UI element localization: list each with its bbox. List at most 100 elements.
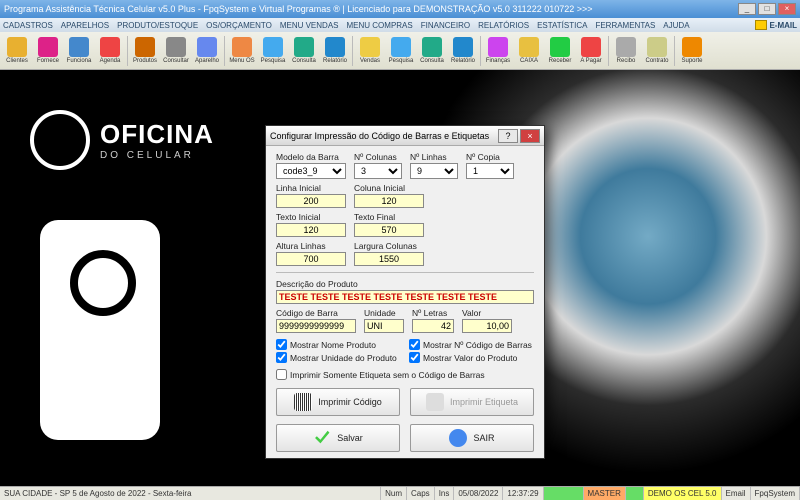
label-icon [426,393,444,411]
chk-valor[interactable] [409,352,420,363]
chk-unidade[interactable] [276,352,287,363]
toolbar-aparelho[interactable]: Aparelho [192,34,222,68]
imprimir-codigo-button[interactable]: Imprimir Código [276,388,400,416]
codigo-barra-input[interactable] [276,319,356,333]
toolbar-fornece[interactable]: Fornece [33,34,63,68]
relatório-icon [325,37,345,57]
close-button[interactable]: × [778,3,796,15]
phone-graphic [40,220,160,440]
funciona-icon [69,37,89,57]
toolbar-receber[interactable]: Receber [545,34,575,68]
dialog-close-button[interactable]: × [520,129,540,143]
salvar-button[interactable]: Salvar [276,424,400,452]
largura-colunas-input[interactable] [354,252,424,266]
menu-menu compras[interactable]: MENU COMPRAS [347,21,413,30]
toolbar-a pagar[interactable]: A Pagar [576,34,606,68]
status-demo: DEMO OS CEL 5.0 [644,487,722,500]
minimize-button[interactable]: _ [738,3,756,15]
menu os-icon [232,37,252,57]
menu-estatística[interactable]: ESTATÍSTICA [537,21,587,30]
ncol-label: Nº Colunas [354,152,402,162]
dialog-help-button[interactable]: ? [498,129,518,143]
valor-input[interactable] [462,319,512,333]
menu-menu vendas[interactable]: MENU VENDAS [280,21,339,30]
toolbar-finanças[interactable]: Finanças [483,34,513,68]
barcode-config-dialog: Configurar Impressão do Código de Barras… [265,125,545,459]
toolbar-vendas[interactable]: Vendas [355,34,385,68]
toolbar-clientes[interactable]: Clientes [2,34,32,68]
linha-inicial-input[interactable] [276,194,346,208]
toolbar-consulta[interactable]: Consulta [417,34,447,68]
consulta-icon [422,37,442,57]
status-dot [626,487,644,500]
status-date: 05/08/2022 [454,487,503,500]
consultar-icon [166,37,186,57]
brand-line2: DO CELULAR [100,150,214,161]
sair-button[interactable]: SAIR [410,424,534,452]
toolbar-produtos[interactable]: Produtos [130,34,160,68]
toolbar-suporte[interactable]: Suporte [677,34,707,68]
nletras-input[interactable] [412,319,454,333]
toolbar-relatório[interactable]: Relatório [448,34,478,68]
menu-bar: CADASTROS APARELHOS PRODUTO/ESTOQUE OS/ORÇA… [0,18,800,32]
menu-cadastros[interactable]: CADASTROS [3,21,53,30]
texto-final-input[interactable] [354,223,424,237]
menu-os/orçamento[interactable]: OS/ORÇAMENTO [206,21,272,30]
status-master: MASTER [584,487,626,500]
toolbar-pesquisa[interactable]: Pesquisa [386,34,416,68]
menu-ferramentas[interactable]: FERRAMENTAS [595,21,655,30]
brand-logo: OFICINA DO CELULAR [30,110,214,170]
check-icon [313,429,331,447]
window-title: Programa Assistência Técnica Celular v5.… [4,4,738,14]
ncol-select[interactable]: 3 [354,163,402,179]
workspace: OFICINA DO CELULAR Configurar Impressão … [0,70,800,486]
toolbar-pesquisa[interactable]: Pesquisa [258,34,288,68]
status-bar: SUA CIDADE - SP 5 de Agosto de 2022 - Se… [0,486,800,500]
toolbar-consulta[interactable]: Consulta [289,34,319,68]
nlin-label: Nº Linhas [410,152,458,162]
status-fpq: FpqSystem [751,487,800,500]
menu-ajuda[interactable]: AJUDA [663,21,689,30]
toolbar-consultar[interactable]: Consultar [161,34,191,68]
brand-line1: OFICINA [100,119,214,150]
nlin-select[interactable]: 9 [410,163,458,179]
chk-somente-etiqueta[interactable] [276,369,287,380]
status-num: Num [381,487,407,500]
toolbar-agenda[interactable]: Agenda [95,34,125,68]
menu-email[interactable]: E-MAIL [755,20,797,30]
produtos-icon [135,37,155,57]
aparelho-icon [197,37,217,57]
modelo-select[interactable]: code3_9 [276,163,346,179]
relatório-icon [453,37,473,57]
unidade-input[interactable] [364,319,404,333]
status-caps: Caps [407,487,435,500]
status-time: 12:37:29 [503,487,543,500]
main-toolbar: ClientesForneceFuncionaAgendaProdutosCon… [0,32,800,70]
exit-icon [449,429,467,447]
toolbar-contrato[interactable]: Contrato [642,34,672,68]
dialog-title: Configurar Impressão do Código de Barras… [270,131,496,141]
texto-inicial-input[interactable] [276,223,346,237]
chk-codigo[interactable] [409,339,420,350]
finanças-icon [488,37,508,57]
maximize-button[interactable]: □ [758,3,776,15]
toolbar-menu os[interactable]: Menu OS [227,34,257,68]
ncop-select[interactable]: 1 [466,163,514,179]
coluna-inicial-input[interactable] [354,194,424,208]
receber-icon [550,37,570,57]
menu-produto/estoque[interactable]: PRODUTO/ESTOQUE [117,21,198,30]
toolbar-relatório[interactable]: Relatório [320,34,350,68]
menu-financeiro[interactable]: FINANCEIRO [421,21,470,30]
modelo-label: Modelo da Barra [276,152,346,162]
chk-nome[interactable] [276,339,287,350]
menu-relatórios[interactable]: RELATÓRIOS [478,21,529,30]
altura-linhas-input[interactable] [276,252,346,266]
toolbar-caixa[interactable]: CAIXA [514,34,544,68]
dialog-titlebar: Configurar Impressão do Código de Barras… [266,126,544,146]
contrato-icon [647,37,667,57]
toolbar-funciona[interactable]: Funciona [64,34,94,68]
descricao-input[interactable] [276,290,534,304]
toolbar-recibo[interactable]: Recibo [611,34,641,68]
menu-aparelhos[interactable]: APARELHOS [61,21,109,30]
imprimir-etiqueta-button[interactable]: Imprimir Etiqueta [410,388,534,416]
